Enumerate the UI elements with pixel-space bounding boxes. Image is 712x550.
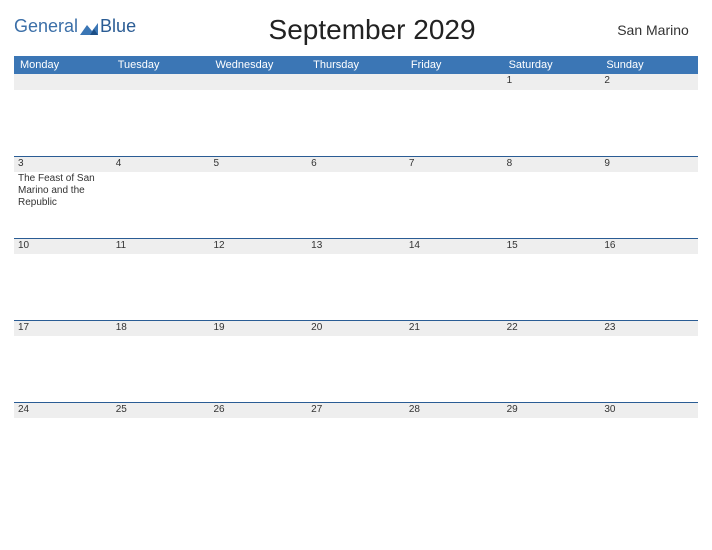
day-cell: [503, 336, 601, 402]
day-cell: [112, 336, 210, 402]
weekday-label: Friday: [405, 56, 503, 74]
day-number: 5: [209, 157, 307, 172]
day-number: 15: [503, 239, 601, 254]
day-number: 27: [307, 403, 405, 418]
day-number: 8: [503, 157, 601, 172]
day-number: 28: [405, 403, 503, 418]
day-cell: [503, 418, 601, 458]
page-title: September 2029: [136, 14, 608, 46]
day-number: 20: [307, 321, 405, 336]
day-cell: [405, 172, 503, 238]
day-cell: [600, 172, 698, 238]
week-row: [14, 90, 698, 156]
day-cell: [209, 90, 307, 156]
weekday-label: Monday: [14, 56, 112, 74]
day-cell: [112, 90, 210, 156]
week-row: The Feast of San Marino and the Republic: [14, 172, 698, 238]
day-number: 29: [503, 403, 601, 418]
weekday-label: Wednesday: [209, 56, 307, 74]
weekday-label: Tuesday: [112, 56, 210, 74]
day-number: 4: [112, 157, 210, 172]
day-number: 7: [405, 157, 503, 172]
logo-text-blue: Blue: [100, 16, 136, 37]
day-cell: [307, 90, 405, 156]
day-number: [405, 74, 503, 90]
day-cell: [112, 418, 210, 458]
day-cell: [307, 172, 405, 238]
weekday-header: Monday Tuesday Wednesday Thursday Friday…: [14, 56, 698, 74]
day-number: 10: [14, 239, 112, 254]
day-cell: [307, 336, 405, 402]
day-number: [209, 74, 307, 90]
day-number: 1: [503, 74, 601, 90]
day-cell: [209, 336, 307, 402]
location-label: San Marino: [608, 22, 698, 38]
day-number: 6: [307, 157, 405, 172]
weekday-label: Thursday: [307, 56, 405, 74]
day-cell: [405, 90, 503, 156]
day-cell: [405, 254, 503, 320]
date-strip: 1 2: [14, 74, 698, 90]
day-cell: [209, 418, 307, 458]
week-row: [14, 418, 698, 458]
date-strip: 3 4 5 6 7 8 9: [14, 156, 698, 172]
day-number: [112, 74, 210, 90]
day-number: 21: [405, 321, 503, 336]
day-cell: [405, 418, 503, 458]
day-number: 12: [209, 239, 307, 254]
day-cell: [14, 254, 112, 320]
day-cell: [600, 90, 698, 156]
day-number: 23: [600, 321, 698, 336]
calendar: Monday Tuesday Wednesday Thursday Friday…: [14, 56, 698, 458]
day-cell: [600, 418, 698, 458]
logo-mark-icon: [80, 21, 98, 35]
day-cell: [209, 254, 307, 320]
day-cell: [600, 336, 698, 402]
header: General Blue September 2029 San Marino: [14, 8, 698, 46]
day-cell: [112, 172, 210, 238]
date-strip: 24 25 26 27 28 29 30: [14, 402, 698, 418]
week-row: [14, 254, 698, 320]
date-strip: 10 11 12 13 14 15 16: [14, 238, 698, 254]
week-row: [14, 336, 698, 402]
day-number: 18: [112, 321, 210, 336]
day-number: 22: [503, 321, 601, 336]
day-cell: [14, 336, 112, 402]
logo-text-general: General: [14, 16, 78, 37]
day-cell: [503, 172, 601, 238]
weekday-label: Sunday: [600, 56, 698, 74]
day-number: 2: [600, 74, 698, 90]
day-number: 24: [14, 403, 112, 418]
day-number: 3: [14, 157, 112, 172]
day-cell: [405, 336, 503, 402]
weekday-label: Saturday: [503, 56, 601, 74]
day-cell: The Feast of San Marino and the Republic: [14, 172, 112, 238]
day-cell: [307, 254, 405, 320]
day-number: 25: [112, 403, 210, 418]
day-number: 17: [14, 321, 112, 336]
day-number: 14: [405, 239, 503, 254]
date-strip: 17 18 19 20 21 22 23: [14, 320, 698, 336]
day-number: 9: [600, 157, 698, 172]
day-cell: [600, 254, 698, 320]
day-number: 30: [600, 403, 698, 418]
day-number: [307, 74, 405, 90]
day-number: 19: [209, 321, 307, 336]
day-cell: [112, 254, 210, 320]
day-cell: [209, 172, 307, 238]
day-cell: [503, 254, 601, 320]
day-number: 11: [112, 239, 210, 254]
day-cell: [14, 418, 112, 458]
day-number: 16: [600, 239, 698, 254]
logo: General Blue: [14, 16, 136, 37]
day-cell: [14, 90, 112, 156]
day-cell: [503, 90, 601, 156]
day-number: 26: [209, 403, 307, 418]
day-number: 13: [307, 239, 405, 254]
day-number: [14, 74, 112, 90]
day-cell: [307, 418, 405, 458]
